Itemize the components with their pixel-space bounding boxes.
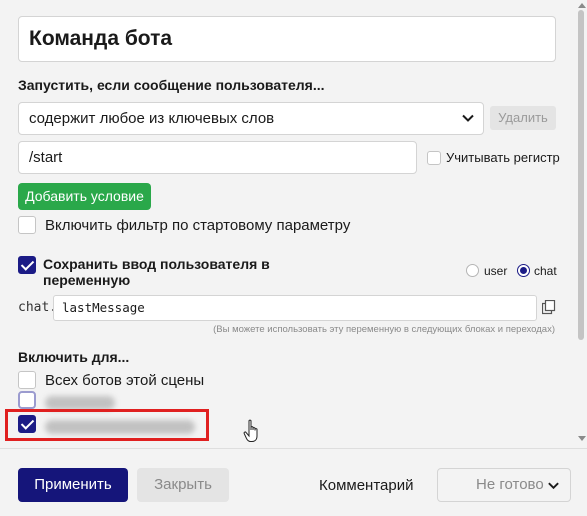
- chevron-down-icon: [462, 114, 474, 122]
- condition-select-value: содержит любое из ключевых слов: [29, 110, 275, 127]
- scope-radio-chat-label: chat: [534, 264, 557, 278]
- scope-radio-user[interactable]: [466, 264, 479, 277]
- scope-radio-chat[interactable]: [517, 264, 530, 277]
- save-input-checkbox[interactable]: [18, 256, 36, 274]
- hand-cursor-icon: [243, 419, 258, 442]
- command-editor-panel: Команда бота Запустить, если сообщение п…: [0, 0, 587, 448]
- save-input-label: Сохранить ввод пользователя в переменную: [43, 256, 270, 288]
- chevron-down-icon: [548, 482, 559, 490]
- bot-checkbox-redacted-1[interactable]: [18, 391, 36, 409]
- status-select[interactable]: Не готово: [437, 468, 571, 502]
- copy-icon[interactable]: [542, 300, 556, 315]
- comment-button[interactable]: Комментарий: [319, 477, 413, 494]
- command-title-input[interactable]: Команда бота: [18, 16, 556, 62]
- condition-select[interactable]: содержит любое из ключевых слов: [18, 102, 484, 135]
- trigger-section-label: Запустить, если сообщение пользователя..…: [18, 77, 325, 93]
- highlight-box: [5, 409, 209, 441]
- start-param-filter-label: Включить фильтр по стартовому параметру: [45, 217, 351, 234]
- scroll-down-icon[interactable]: [578, 436, 586, 441]
- case-sensitive-label: Учитывать регистр: [446, 150, 560, 165]
- variable-name-input[interactable]: lastMessage: [53, 295, 537, 321]
- close-button[interactable]: Закрыть: [137, 468, 229, 502]
- delete-condition-button[interactable]: Удалить: [490, 106, 556, 130]
- footer-bar: Применить Закрыть Комментарий Не готово: [0, 448, 587, 516]
- redacted-bot-name-1: [45, 396, 115, 410]
- scroll-thumb[interactable]: [578, 10, 584, 340]
- variable-prefix: chat.: [18, 300, 58, 315]
- scroll-up-icon[interactable]: [578, 3, 586, 8]
- variable-hint: (Вы можете использовать эту переменную в…: [213, 324, 555, 335]
- all-bots-checkbox[interactable]: [18, 371, 36, 389]
- start-param-filter-checkbox[interactable]: [18, 216, 36, 234]
- apply-button[interactable]: Применить: [18, 468, 128, 502]
- add-condition-button[interactable]: Добавить условие: [18, 183, 151, 210]
- enable-for-section-label: Включить для...: [18, 349, 130, 365]
- status-select-value: Не готово: [476, 476, 544, 493]
- all-bots-label: Всех ботов этой сцены: [45, 372, 205, 389]
- scope-radio-user-label: user: [484, 264, 508, 278]
- keyword-input[interactable]: /start: [18, 141, 417, 174]
- case-sensitive-checkbox[interactable]: [427, 151, 441, 165]
